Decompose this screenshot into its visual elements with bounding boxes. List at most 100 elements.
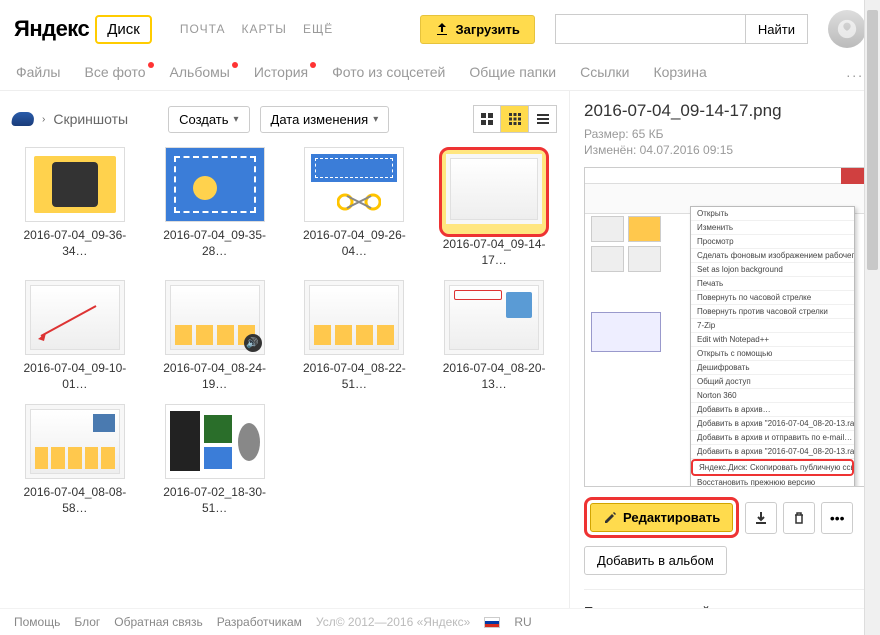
file-tile[interactable]: 2016-07-04_09-26-04… — [292, 147, 418, 268]
upload-icon — [435, 22, 449, 36]
breadcrumb[interactable]: › Скриншоты — [12, 111, 128, 127]
search-input[interactable] — [555, 14, 745, 44]
view-list-icon[interactable] — [529, 105, 557, 133]
chevron-down-icon: ▾ — [234, 114, 239, 125]
mod-value: 04.07.2016 09:15 — [640, 143, 733, 157]
logo-text: Яндекс — [14, 16, 89, 42]
window-titlebar — [585, 168, 865, 184]
ellipsis-icon: ••• — [830, 510, 845, 526]
size-label: Размер: — [584, 127, 629, 141]
edit-label: Редактировать — [623, 510, 720, 525]
footer: Помощь Блог Обратная связь Разработчикам… — [0, 608, 880, 635]
file-tile[interactable]: 2016-07-04_08-22-51… — [292, 280, 418, 392]
file-name: 2016-07-04_09-14-17… — [431, 237, 557, 268]
thumbnail — [165, 147, 265, 222]
service-badge: Диск — [95, 15, 152, 44]
tab-shared[interactable]: Общие папки — [469, 64, 556, 80]
upload-label: Загрузить — [455, 22, 519, 37]
thumbnail — [446, 154, 542, 224]
file-name: 2016-07-04_09-10-01… — [12, 361, 138, 392]
chevron-down-icon: ▾ — [373, 114, 378, 125]
edit-button[interactable]: Редактировать — [590, 503, 733, 532]
thumbnail — [25, 404, 125, 479]
delete-button[interactable] — [783, 502, 815, 534]
tab-files[interactable]: Файлы — [16, 64, 60, 80]
thumbnail — [444, 280, 544, 355]
file-tile[interactable]: 2016-07-04_09-36-34… — [12, 147, 138, 268]
toolbar: › Скриншоты Создать ▾ Дата изменения ▾ — [12, 105, 557, 133]
edit-highlight: Редактировать — [584, 497, 739, 538]
context-menu: ОткрытьИзменитьПросмотр Сделать фоновым … — [690, 206, 855, 487]
footer-lang[interactable]: RU — [514, 615, 531, 629]
download-button[interactable] — [745, 502, 777, 534]
detail-pane: 2016-07-04_09-14-17.png Размер: 65 КБ Из… — [570, 91, 880, 614]
detail-modified: Изменён: 04.07.2016 09:15 — [584, 143, 866, 157]
tab-albums[interactable]: Альбомы — [170, 64, 230, 80]
sort-label: Дата изменения — [271, 112, 369, 127]
thumbnail — [165, 404, 265, 479]
thumbnail — [25, 280, 125, 355]
footer-copyright: Усл© 2012—2016 «Яндекс» — [316, 615, 470, 629]
view-toggle — [473, 105, 557, 133]
thumbnail — [304, 147, 404, 222]
mod-label: Изменён: — [584, 143, 636, 157]
logo[interactable]: Яндекс Диск — [14, 15, 152, 44]
preview-image[interactable]: ОткрытьИзменитьПросмотр Сделать фоновым … — [584, 167, 866, 487]
avatar[interactable] — [828, 10, 866, 48]
file-name: 2016-07-04_09-35-28… — [152, 228, 278, 259]
file-name: 2016-07-04_08-22-51… — [292, 361, 418, 392]
link-maps[interactable]: КАРТЫ — [242, 22, 287, 36]
detail-actions: Редактировать ••• — [584, 497, 866, 538]
tab-social[interactable]: Фото из соцсетей — [332, 64, 445, 80]
edit-icon — [603, 511, 617, 525]
file-name: 2016-07-04_08-08-58… — [12, 485, 138, 516]
size-value: 65 КБ — [632, 127, 664, 141]
file-tile[interactable]: 2016-07-04_09-35-28… — [152, 147, 278, 268]
chevron-right-icon: › — [42, 114, 45, 125]
file-tile[interactable]: 2016-07-02_18-30-51… — [152, 404, 278, 516]
file-tile[interactable]: 2016-07-04_09-10-01… — [12, 280, 138, 392]
file-tile[interactable]: 🔊 2016-07-04_08-24-19… — [152, 280, 278, 392]
search-button[interactable]: Найти — [745, 14, 808, 44]
view-large-icon[interactable] — [473, 105, 501, 133]
scrollbar[interactable] — [864, 0, 880, 635]
search: Найти — [555, 14, 808, 44]
footer-feedback[interactable]: Обратная связь — [114, 615, 202, 629]
create-button[interactable]: Создать ▾ — [168, 106, 249, 133]
thumbnail — [25, 147, 125, 222]
file-tile[interactable]: 2016-07-04_08-20-13… — [431, 280, 557, 392]
file-name: 2016-07-04_09-26-04… — [292, 228, 418, 259]
upload-button[interactable]: Загрузить — [420, 15, 534, 44]
file-tile-selected[interactable]: 2016-07-04_09-14-17… — [431, 147, 557, 268]
disk-icon — [11, 112, 35, 126]
sort-button[interactable]: Дата изменения ▾ — [260, 106, 390, 133]
file-tile[interactable]: 2016-07-04_08-08-58… — [12, 404, 138, 516]
thumbnail: 🔊 — [165, 280, 265, 355]
file-name: 2016-07-04_08-24-19… — [152, 361, 278, 392]
scroll-thumb[interactable] — [867, 10, 878, 270]
tab-trash[interactable]: Корзина — [653, 64, 706, 80]
create-label: Создать — [179, 112, 228, 127]
detail-title: 2016-07-04_09-14-17.png — [584, 101, 866, 121]
footer-help[interactable]: Помощь — [14, 615, 60, 629]
link-mail[interactable]: ПОЧТА — [180, 22, 226, 36]
file-name: 2016-07-02_18-30-51… — [152, 485, 278, 516]
view-medium-icon[interactable] — [501, 105, 529, 133]
main: › Скриншоты Создать ▾ Дата изменения ▾ 2… — [0, 91, 880, 614]
header-links: ПОЧТА КАРТЫ ЕЩЁ — [180, 22, 333, 36]
more-button[interactable]: ••• — [821, 502, 853, 534]
tab-history[interactable]: История — [254, 64, 308, 80]
tab-more[interactable]: ... — [846, 64, 864, 80]
flag-ru-icon — [484, 617, 500, 628]
file-browser: › Скриншоты Создать ▾ Дата изменения ▾ 2… — [0, 91, 570, 614]
detail-size: Размер: 65 КБ — [584, 127, 866, 141]
file-name: 2016-07-04_09-36-34… — [12, 228, 138, 259]
nav-tabs: Файлы Все фото Альбомы История Фото из с… — [0, 54, 880, 91]
tab-photos[interactable]: Все фото — [84, 64, 145, 80]
add-to-album-button[interactable]: Добавить в альбом — [584, 546, 727, 575]
file-name: 2016-07-04_08-20-13… — [431, 361, 557, 392]
footer-developers[interactable]: Разработчикам — [217, 615, 302, 629]
link-more[interactable]: ЕЩЁ — [303, 22, 333, 36]
tab-links[interactable]: Ссылки — [580, 64, 629, 80]
footer-blog[interactable]: Блог — [74, 615, 100, 629]
